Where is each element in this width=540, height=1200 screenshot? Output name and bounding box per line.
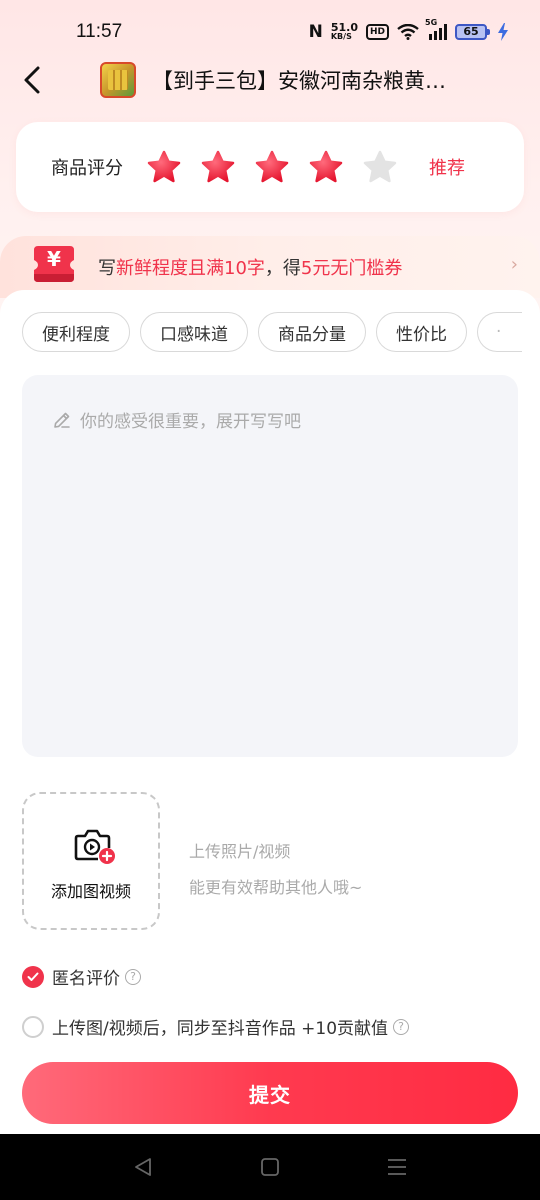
system-nav-bar bbox=[0, 1134, 540, 1200]
tag-chip[interactable]: 便利程度 bbox=[22, 312, 130, 352]
nav-back-icon[interactable] bbox=[133, 1157, 153, 1177]
chevron-right-icon: › bbox=[510, 254, 518, 275]
camera-add-icon bbox=[74, 829, 115, 864]
status-icons: N 51.0 KB/S HD 5G 65 bbox=[308, 18, 508, 42]
upload-hint: 上传照片/视频 能更有效帮助其他人哦~ bbox=[189, 834, 362, 906]
star-icon-filled[interactable] bbox=[201, 150, 235, 184]
promo-banner[interactable]: ¥ 写新鲜程度且满10字，得5元无门槛券 › bbox=[0, 236, 540, 298]
star-icon-filled[interactable] bbox=[255, 150, 289, 184]
status-time: 11:57 bbox=[76, 21, 123, 42]
tag-chip[interactable]: · bbox=[477, 312, 522, 352]
promo-middle: ，得 bbox=[264, 258, 301, 279]
coupon-yuan-icon: ¥ bbox=[30, 244, 78, 282]
back-button[interactable] bbox=[0, 52, 64, 108]
star-rating[interactable] bbox=[147, 150, 397, 184]
chevron-left-icon bbox=[24, 66, 40, 94]
help-icon[interactable]: ? bbox=[125, 968, 141, 985]
tag-chip[interactable]: 商品分量 bbox=[258, 312, 366, 352]
network-speed-value: 51.0 bbox=[330, 21, 358, 34]
product-thumbnail[interactable] bbox=[100, 62, 136, 98]
help-icon[interactable]: ? bbox=[393, 1018, 410, 1035]
tag-chip[interactable]: 口感味道 bbox=[140, 312, 248, 352]
promo-prefix: 写 bbox=[98, 258, 116, 279]
tag-list: 便利程度 口感味道 商品分量 性价比 · bbox=[22, 312, 522, 352]
battery-icon: 65 bbox=[455, 24, 490, 40]
upload-hint-line1: 上传照片/视频 bbox=[189, 842, 291, 861]
rating-label: 商品评分 bbox=[51, 158, 123, 179]
rating-card: 商品评分 推荐 bbox=[16, 122, 524, 212]
upload-media-button[interactable]: 添加图视频 bbox=[22, 792, 160, 930]
nfc-icon: N bbox=[308, 22, 323, 42]
nav-home-icon[interactable] bbox=[260, 1157, 280, 1177]
hd-icon: HD bbox=[365, 24, 389, 40]
star-icon-filled[interactable] bbox=[147, 150, 181, 184]
anonymous-checkbox[interactable] bbox=[22, 965, 44, 988]
promo-highlight-reward: 5元无门槛券 bbox=[300, 258, 403, 279]
review-placeholder-text: 你的感受很重要，展开写写吧 bbox=[80, 412, 301, 432]
star-icon-empty[interactable] bbox=[363, 150, 397, 184]
battery-level: 65 bbox=[455, 24, 487, 40]
wifi-icon bbox=[397, 24, 419, 40]
rating-description: 推荐 bbox=[429, 158, 465, 179]
upload-hint-line2: 能更有效帮助其他人哦~ bbox=[189, 878, 363, 897]
review-placeholder: 你的感受很重要，展开写写吧 bbox=[52, 407, 301, 432]
sync-label: 上传图/视频后，同步至抖音作品 +10贡献值 bbox=[52, 1019, 389, 1039]
cellular-signal-icon: 5G bbox=[425, 18, 447, 40]
network-type: 5G bbox=[425, 18, 438, 27]
pencil-icon bbox=[54, 412, 70, 428]
page-header: 【到手三包】安徽河南杂粮黄… bbox=[0, 52, 540, 108]
check-icon bbox=[27, 972, 39, 981]
anonymous-option[interactable]: 匿名评价 ? bbox=[22, 964, 141, 989]
charging-icon bbox=[498, 23, 508, 41]
submit-button[interactable]: 提交 bbox=[22, 1062, 518, 1124]
review-form: 便利程度 口感味道 商品分量 性价比 · 你的感受很重要，展开写写吧 添加图视频… bbox=[0, 290, 540, 1135]
tag-chip[interactable]: 性价比 bbox=[376, 312, 467, 352]
upload-label: 添加图视频 bbox=[50, 882, 131, 901]
nav-menu-icon[interactable] bbox=[387, 1157, 407, 1177]
coupon-symbol: ¥ bbox=[47, 247, 61, 271]
review-textarea[interactable]: 你的感受很重要，展开写写吧 bbox=[22, 375, 518, 757]
promo-text: 写新鲜程度且满10字，得5元无门槛券 bbox=[98, 254, 402, 280]
sync-checkbox[interactable] bbox=[22, 1015, 44, 1038]
star-icon-filled[interactable] bbox=[309, 150, 343, 184]
network-speed-unit: KB/S bbox=[330, 32, 352, 41]
anonymous-label: 匿名评价 bbox=[52, 969, 120, 989]
network-speed: 51.0 KB/S bbox=[330, 21, 358, 41]
sync-option[interactable]: 上传图/视频后，同步至抖音作品 +10贡献值 ? bbox=[22, 1014, 410, 1039]
product-title: 【到手三包】安徽河南杂粮黄… bbox=[152, 69, 446, 93]
promo-highlight-requirement: 新鲜程度且满10字 bbox=[116, 258, 265, 279]
